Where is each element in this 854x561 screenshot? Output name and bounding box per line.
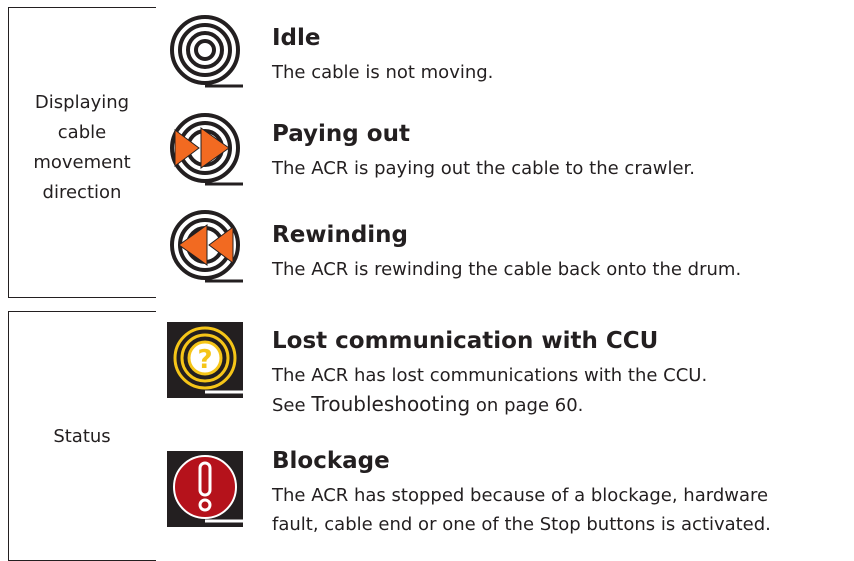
entry-description: The cable is not moving. [272,58,852,87]
see-text: See [272,395,306,416]
status-label-line: Status [53,426,111,447]
movement-label-line: Displaying [34,92,130,113]
troubleshooting-link[interactable]: Troubleshooting [311,392,470,416]
entry-description: The ACR has lost communications with the… [272,361,852,420]
paying-out-icon [170,113,243,186]
movement-section-label: Displaying cable movement direction [8,88,156,208]
entry-description: The ACR is rewinding the cable back onto… [272,255,852,284]
entry-description: The ACR is paying out the cable to the c… [272,154,852,183]
blockage-entry: Blockage The ACR has stopped because of … [272,445,852,539]
entry-title: Paying out [272,121,410,147]
rewinding-icon [170,210,243,283]
entry-title: Lost communication with CCU [272,328,659,354]
description-line: The ACR is rewinding the cable back onto… [272,259,742,280]
lost-communication-entry: Lost communication with CCU The ACR has … [272,325,852,420]
entry-title: Blockage [272,448,390,474]
description-line: fault, cable end or one of the Stop butt… [272,514,771,535]
idle-drum-icon [170,15,243,88]
description-line: The ACR is paying out the cable to the c… [272,158,696,179]
movement-label-line: cable [57,122,107,143]
entry-title: Rewinding [272,222,409,248]
description-line: The cable is not moving. [272,62,494,83]
entry-title: Idle [272,25,321,51]
description-line: The ACR has lost communications with the… [272,365,708,386]
svg-text:?: ? [197,345,212,375]
blockage-icon [167,451,243,527]
movement-label-line: movement [33,152,131,173]
idle-entry: Idle The cable is not moving. [272,22,852,87]
rewinding-entry: Rewinding The ACR is rewinding the cable… [272,219,852,284]
description-line: See Troubleshooting on page 60. [272,390,852,420]
description-line: The ACR has stopped because of a blockag… [272,485,769,506]
lost-communication-icon: ? [167,322,243,398]
entry-description: The ACR has stopped because of a blockag… [272,481,852,539]
movement-label-line: direction [42,182,122,203]
paying-out-entry: Paying out The ACR is paying out the cab… [272,118,852,183]
status-section-label: Status [8,422,156,452]
page-reference: on page 60. [475,395,584,416]
